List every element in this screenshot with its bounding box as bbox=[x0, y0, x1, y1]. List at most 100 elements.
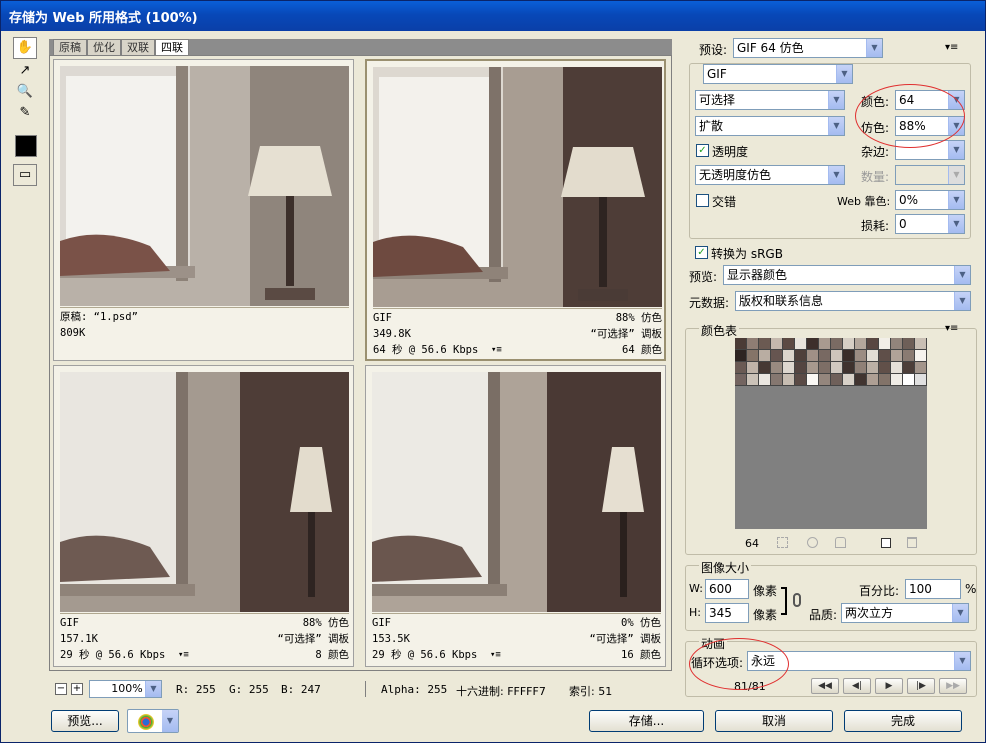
color-swatch[interactable] bbox=[867, 350, 879, 362]
dither-algorithm-select[interactable]: 扩散 ▼ bbox=[695, 116, 845, 136]
color-swatch[interactable] bbox=[747, 362, 759, 374]
color-swatch[interactable] bbox=[831, 350, 843, 362]
color-swatch[interactable] bbox=[915, 338, 927, 350]
color-swatch[interactable] bbox=[855, 350, 867, 362]
lossy-select[interactable]: 0 ▼ bbox=[895, 214, 965, 234]
download-menu-icon[interactable]: ▾≡ bbox=[490, 647, 501, 663]
color-swatch[interactable] bbox=[855, 338, 867, 350]
color-swatch[interactable] bbox=[867, 338, 879, 350]
color-swatch[interactable] bbox=[879, 350, 891, 362]
next-frame-button[interactable]: |▶ bbox=[907, 678, 935, 694]
trash-icon[interactable] bbox=[907, 537, 917, 548]
color-swatches[interactable] bbox=[735, 338, 927, 386]
play-button[interactable]: ▶ bbox=[875, 678, 903, 694]
color-swatch[interactable] bbox=[879, 338, 891, 350]
color-swatch[interactable] bbox=[867, 362, 879, 374]
zoom-in-button[interactable]: + bbox=[71, 683, 83, 695]
color-swatch[interactable] bbox=[867, 374, 879, 386]
color-reduction-select[interactable]: 可选择 ▼ bbox=[695, 90, 845, 110]
quality-select[interactable]: 两次立方 ▼ bbox=[841, 603, 969, 623]
preview-pane-2[interactable]: GIF 88% 仿色 157.1K “可选择” 调板 29 秒 @ 56.6 Kbp… bbox=[53, 365, 354, 667]
optimize-menu-icon[interactable]: ▾≡ bbox=[945, 42, 958, 53]
color-swatch[interactable] bbox=[759, 338, 771, 350]
color-swatch[interactable] bbox=[903, 350, 915, 362]
zoom-select[interactable]: 100% ▼ bbox=[89, 680, 162, 698]
color-swatch[interactable] bbox=[783, 374, 795, 386]
preview-button[interactable]: 预览... bbox=[51, 710, 119, 732]
color-swatch[interactable] bbox=[855, 374, 867, 386]
height-input[interactable]: 345 bbox=[705, 603, 749, 623]
web-snap-select[interactable]: 0% ▼ bbox=[895, 190, 965, 210]
color-swatch[interactable] bbox=[891, 338, 903, 350]
color-swatch[interactable] bbox=[831, 374, 843, 386]
color-swatch[interactable] bbox=[843, 362, 855, 374]
convert-srgb-checkbox[interactable]: ✓ bbox=[695, 246, 708, 259]
eyedropper-tool-icon[interactable]: ✎ bbox=[13, 102, 37, 124]
color-table-menu-icon[interactable]: ▾≡ bbox=[945, 323, 958, 334]
first-frame-button[interactable]: ◀◀ bbox=[811, 678, 839, 694]
interlaced-checkbox[interactable] bbox=[696, 194, 709, 207]
percent-input[interactable]: 100 bbox=[905, 579, 961, 599]
color-swatch[interactable] bbox=[747, 338, 759, 350]
tab-2up[interactable]: 双联 bbox=[121, 39, 155, 55]
web-shift-icon[interactable] bbox=[807, 537, 818, 548]
transparency-checkbox[interactable]: ✓ bbox=[696, 144, 709, 157]
color-swatch[interactable] bbox=[807, 362, 819, 374]
color-swatch[interactable] bbox=[879, 362, 891, 374]
zoom-out-button[interactable]: − bbox=[55, 683, 67, 695]
color-swatch[interactable] bbox=[843, 374, 855, 386]
metadata-select[interactable]: 版权和联系信息 ▼ bbox=[735, 291, 971, 311]
tab-4up[interactable]: 四联 bbox=[155, 39, 189, 55]
color-swatch[interactable] bbox=[795, 350, 807, 362]
color-swatch[interactable] bbox=[819, 374, 831, 386]
done-button[interactable]: 完成 bbox=[844, 710, 962, 732]
color-swatch[interactable] bbox=[807, 338, 819, 350]
preview-pane-original[interactable]: 原稿: “1.psd” 809K bbox=[53, 59, 354, 361]
color-swatch[interactable] bbox=[783, 338, 795, 350]
color-swatch[interactable] bbox=[819, 362, 831, 374]
download-menu-icon[interactable]: ▾≡ bbox=[178, 647, 189, 663]
color-swatch[interactable] bbox=[903, 362, 915, 374]
preview-pane-3[interactable]: GIF 0% 仿色 153.5K “可选择” 调板 29 秒 @ 56.6 Kbps… bbox=[365, 365, 666, 667]
color-swatch[interactable] bbox=[771, 374, 783, 386]
color-swatch[interactable] bbox=[771, 362, 783, 374]
color-swatch[interactable] bbox=[735, 350, 747, 362]
color-swatch[interactable] bbox=[735, 338, 747, 350]
color-swatch[interactable] bbox=[819, 338, 831, 350]
color-swatch[interactable] bbox=[747, 350, 759, 362]
format-select[interactable]: GIF ▼ bbox=[703, 64, 853, 84]
width-input[interactable]: 600 bbox=[705, 579, 749, 599]
color-swatch[interactable] bbox=[891, 362, 903, 374]
color-swatch[interactable] bbox=[903, 374, 915, 386]
eyedropper-color-swatch[interactable] bbox=[15, 135, 37, 157]
color-swatch[interactable] bbox=[915, 350, 927, 362]
tab-original[interactable]: 原稿 bbox=[53, 39, 87, 55]
color-swatch[interactable] bbox=[807, 350, 819, 362]
save-button[interactable]: 存储... bbox=[589, 710, 704, 732]
color-swatch[interactable] bbox=[819, 350, 831, 362]
color-swatch[interactable] bbox=[735, 374, 747, 386]
browser-preview-select[interactable]: ▼ bbox=[127, 709, 179, 733]
hand-tool-icon[interactable]: ✋ bbox=[13, 37, 37, 59]
transparency-dither-select[interactable]: 无透明度仿色 ▼ bbox=[695, 165, 845, 185]
slice-select-tool-icon[interactable]: ↗ bbox=[13, 60, 37, 82]
color-swatch[interactable] bbox=[831, 362, 843, 374]
map-transparent-icon[interactable] bbox=[777, 537, 788, 548]
color-swatch[interactable] bbox=[915, 362, 927, 374]
previous-frame-button[interactable]: ◀| bbox=[843, 678, 871, 694]
color-swatch[interactable] bbox=[915, 374, 927, 386]
new-color-icon[interactable] bbox=[881, 538, 891, 548]
color-swatch[interactable] bbox=[795, 362, 807, 374]
tab-optimized[interactable]: 优化 bbox=[87, 39, 121, 55]
zoom-tool-icon[interactable]: 🔍 bbox=[13, 81, 37, 103]
download-menu-icon[interactable]: ▾≡ bbox=[491, 342, 502, 358]
color-swatch[interactable] bbox=[771, 350, 783, 362]
color-swatch[interactable] bbox=[903, 338, 915, 350]
cancel-button[interactable]: 取消 bbox=[715, 710, 833, 732]
preview-pane-1[interactable]: GIF 88% 仿色 349.8K “可选择” 调板 64 秒 @ 56.6 Kbp… bbox=[365, 59, 666, 361]
color-swatch[interactable] bbox=[843, 338, 855, 350]
color-swatch[interactable] bbox=[747, 374, 759, 386]
color-swatch[interactable] bbox=[759, 350, 771, 362]
color-swatch[interactable] bbox=[891, 350, 903, 362]
color-swatch[interactable] bbox=[771, 338, 783, 350]
